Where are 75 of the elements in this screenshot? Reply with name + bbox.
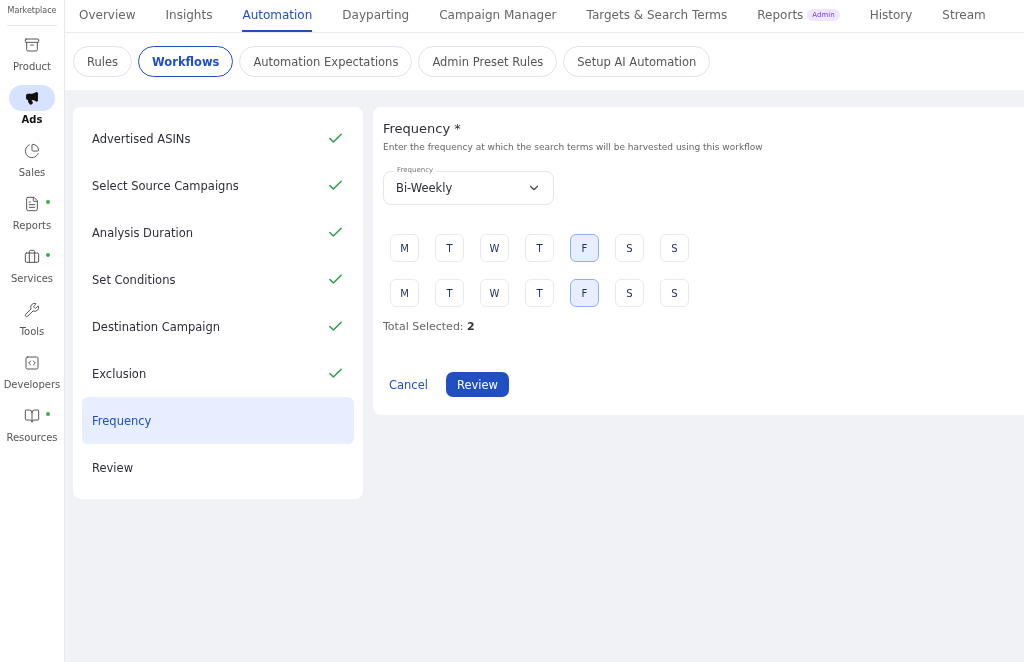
sidebar-label[interactable]: Tools	[19, 326, 45, 337]
sidebar-label[interactable]: Developers	[3, 379, 61, 390]
step-item[interactable]: Frequency	[82, 397, 354, 444]
subtab[interactable]: Admin Preset Rules	[418, 46, 558, 77]
step-item[interactable]: Analysis Duration	[82, 209, 354, 256]
sidebar-label[interactable]: Ads	[21, 114, 43, 125]
nav-tab-label: Reports	[757, 8, 804, 22]
nav-tab-label: History	[869, 8, 913, 22]
subtab[interactable]: Setup AI Automation	[563, 46, 711, 77]
form-description: Enter the frequency at which the search terms will be harvested using this workflow	[383, 142, 764, 152]
review-button[interactable]: Review	[445, 372, 509, 397]
step-label: Set Conditions	[92, 272, 176, 287]
step-item[interactable]: Exclusion	[82, 350, 354, 397]
nav-tab[interactable]: Overview	[79, 0, 136, 32]
day-toggle[interactable]: S	[615, 234, 644, 262]
day-toggle[interactable]: F	[570, 279, 599, 307]
day-toggle[interactable]: T	[525, 234, 554, 262]
sidebar-label[interactable]: Services	[10, 273, 54, 284]
nav-tab[interactable]: Dayparting	[342, 0, 410, 32]
day-toggle[interactable]: T	[435, 279, 464, 307]
sidebar-icon-button[interactable]	[9, 85, 55, 111]
step-item[interactable]: Destination Campaign	[82, 303, 354, 350]
sidebar-label[interactable]: Product	[13, 61, 51, 72]
nav-tab[interactable]: Insights	[165, 0, 213, 32]
sidebar-label[interactable]: Resources	[6, 432, 58, 443]
megaphone-icon	[25, 91, 39, 105]
step-label: Frequency	[92, 413, 152, 428]
day-toggle[interactable]: F	[570, 234, 599, 262]
nav-tab-label: Insights	[165, 8, 213, 22]
nav-tab-label: Dayparting	[342, 8, 410, 22]
sidebar-label[interactable]: Reports	[12, 220, 52, 231]
day-toggle[interactable]: S	[660, 279, 689, 307]
subtab[interactable]: Workflows	[138, 46, 234, 77]
cancel-button[interactable]: Cancel	[389, 377, 428, 392]
sidebar-header: Marketplace	[7, 0, 57, 26]
nav-tab[interactable]: History	[869, 0, 913, 32]
nav-tab[interactable]: Targets & Search Terms	[586, 0, 728, 32]
day-toggle[interactable]: S	[660, 234, 689, 262]
code-icon	[24, 355, 40, 371]
day-toggle[interactable]: T	[525, 279, 554, 307]
subtab[interactable]: Rules	[73, 46, 133, 77]
step-label: Destination Campaign	[92, 319, 221, 334]
step-label: Advertised ASINs	[92, 131, 191, 146]
day-toggle[interactable]: W	[480, 279, 509, 307]
book-icon	[24, 408, 40, 424]
step-item[interactable]: Select Source Campaigns	[82, 162, 354, 209]
step-item[interactable]: Review	[82, 444, 354, 491]
day-toggle[interactable]: S	[615, 279, 644, 307]
nav-tab-label: Campaign Manager	[439, 8, 557, 22]
step-label: Select Source Campaigns	[92, 178, 239, 193]
nav-tab[interactable]: Campaign Manager	[439, 0, 557, 32]
select-value: Bi-Weekly	[396, 181, 453, 195]
day-toggle[interactable]: W	[480, 234, 509, 262]
day-toggle[interactable]: T	[435, 234, 464, 262]
step-item[interactable]: Advertised ASINs	[82, 115, 354, 162]
nav-tab-label: Automation	[242, 8, 313, 22]
step-item[interactable]: Set Conditions	[82, 256, 354, 303]
briefcase-icon	[24, 249, 40, 265]
nav-tab-label: Targets & Search Terms	[586, 8, 728, 22]
step-label: Analysis Duration	[92, 225, 193, 240]
nav-tab-label: Stream	[942, 8, 986, 22]
form-title: Frequency *	[383, 121, 462, 136]
document-icon	[24, 196, 40, 212]
step-label: Review	[92, 460, 134, 475]
sidebar-label[interactable]: Sales	[18, 167, 46, 178]
day-toggle[interactable]: M	[390, 234, 419, 262]
archive-icon	[24, 37, 40, 53]
total-selected: Total Selected: 2	[383, 320, 476, 333]
nav-tab-label: Overview	[79, 8, 136, 22]
subtab[interactable]: Automation Expectations	[239, 46, 413, 77]
nav-tab[interactable]: Stream	[942, 0, 986, 32]
step-label: Exclusion	[92, 366, 147, 381]
pie-chart-icon	[24, 143, 40, 159]
day-toggle[interactable]: M	[390, 279, 419, 307]
wrench-icon	[24, 302, 40, 318]
